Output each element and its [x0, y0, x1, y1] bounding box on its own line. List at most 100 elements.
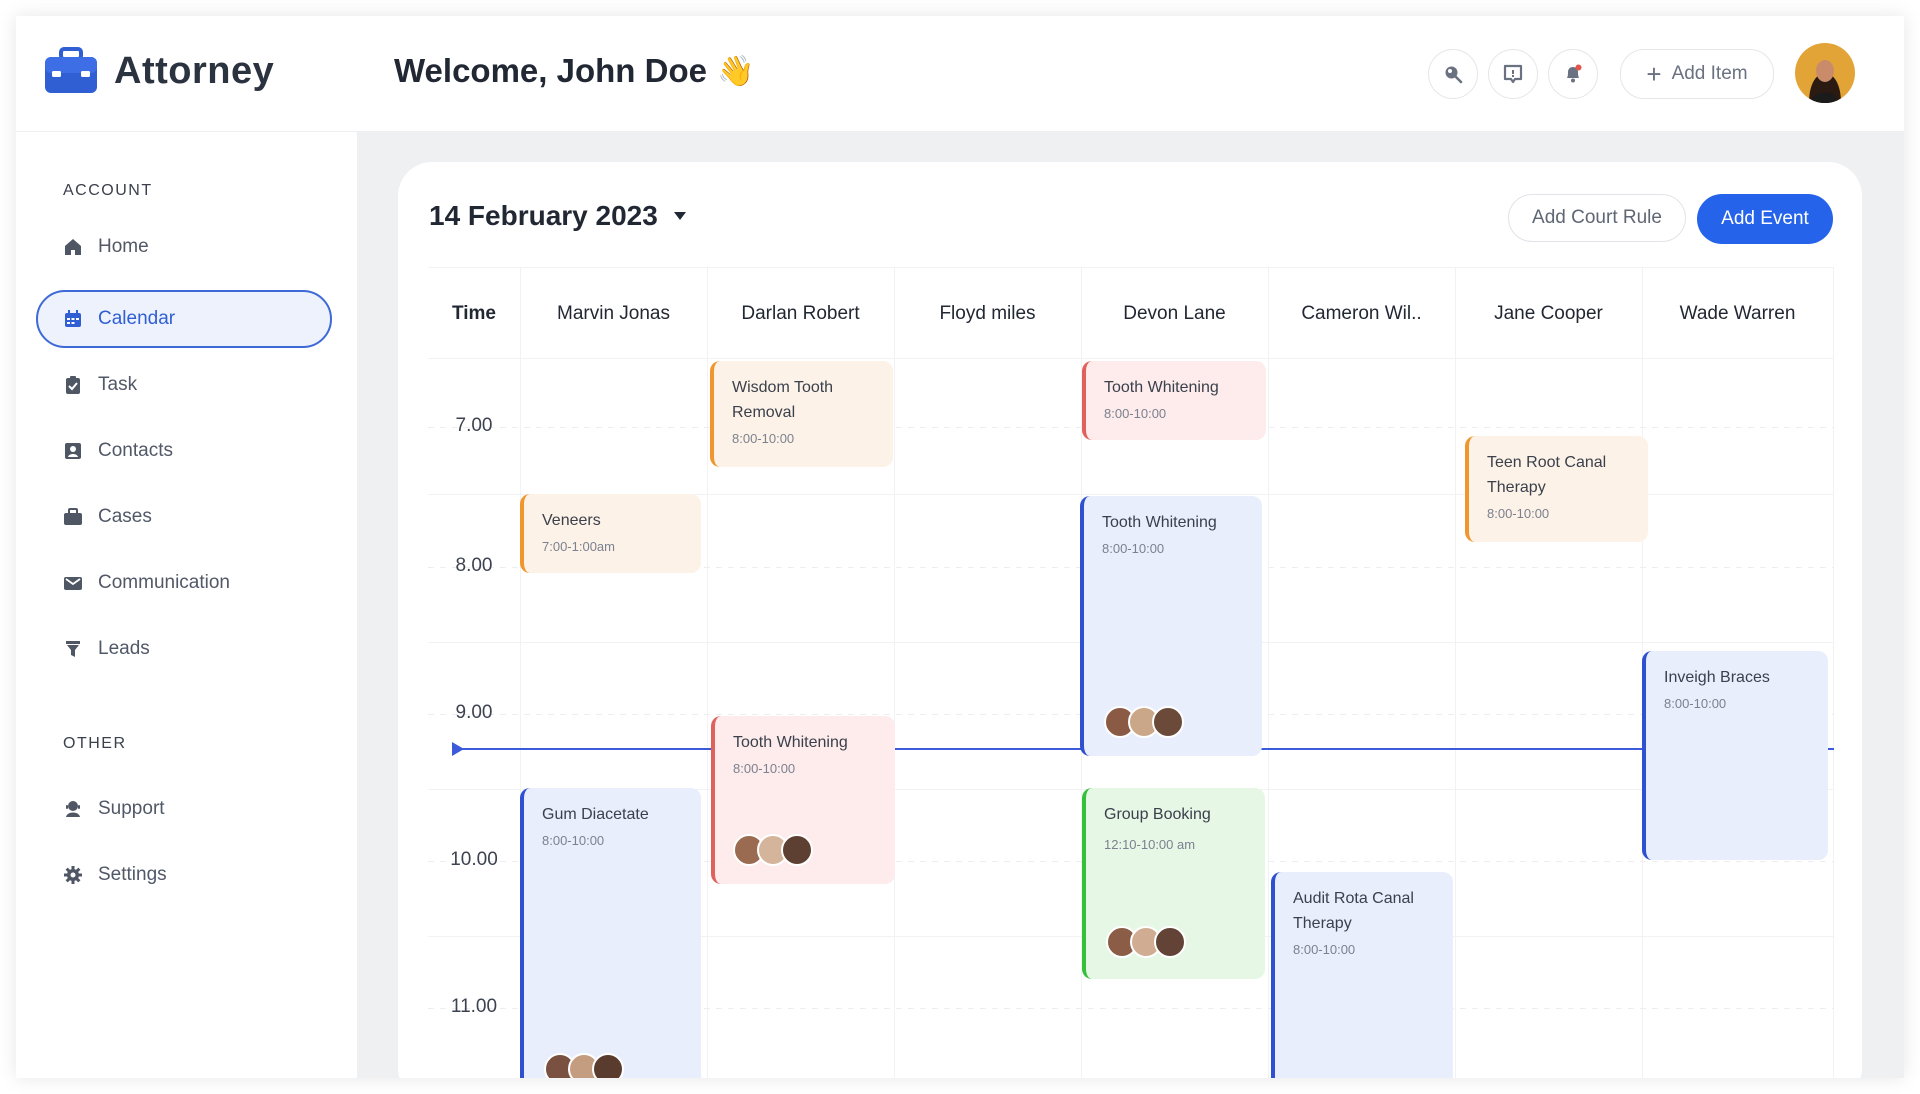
column-header: Darlan Robert: [741, 303, 860, 324]
event-time: 8:00-10:00: [1664, 696, 1727, 711]
grid-line: [1455, 267, 1456, 1078]
grid-line: [1833, 267, 1834, 1078]
event-title: Inveigh Braces: [1664, 669, 1770, 686]
date-selector[interactable]: 14 February 2023: [429, 200, 686, 232]
sidebar-item-label: Communication: [98, 572, 230, 593]
event-card[interactable]: Tooth Whitening 8:00-10:00: [1080, 496, 1262, 756]
wave-emoji: 👋: [716, 54, 755, 88]
column-header: Marvin Jonas: [557, 303, 670, 324]
user-avatar[interactable]: [1795, 43, 1855, 103]
time-column-header: Time: [451, 303, 496, 324]
time-label: 11.00: [450, 996, 498, 1017]
add-court-rule-button[interactable]: Add Court Rule: [1508, 194, 1686, 242]
sidebar-item-cases[interactable]: Cases: [36, 488, 332, 546]
welcome-heading: Welcome, John Doe 👋: [394, 52, 754, 90]
time-label: 8.00: [455, 555, 493, 576]
sidebar-item-communication[interactable]: Communication: [36, 554, 332, 612]
event-title: Tooth Whitening: [733, 734, 848, 751]
task-icon: [62, 374, 84, 396]
event-card[interactable]: Audit Rota Canal Therapy 8:00-10:00: [1271, 872, 1453, 1078]
sidebar-item-label: Settings: [98, 864, 167, 885]
sidebar-item-label: Contacts: [98, 440, 173, 461]
calendar-icon: [62, 308, 84, 330]
column-header: Floyd miles: [939, 303, 1036, 324]
top-header: Attorney Welcome, John Doe 👋 + Add Item: [16, 16, 1904, 132]
event-time: 8:00-10:00: [733, 761, 796, 776]
current-date: 14 February 2023: [429, 200, 658, 231]
sidebar-item-leads[interactable]: Leads: [36, 620, 332, 678]
avatar: [781, 834, 813, 866]
event-card[interactable]: Teen Root Canal Therapy 8:00-10:00: [1465, 436, 1648, 542]
briefcase-icon: [62, 506, 84, 528]
add-event-button[interactable]: Add Event: [1697, 194, 1833, 244]
grid-line: [894, 267, 895, 1078]
column-header: Devon Lane: [1123, 303, 1226, 324]
event-time: 8:00-10:00: [732, 431, 795, 446]
sidebar-item-label: Cases: [98, 506, 152, 527]
attendee-avatars: [1106, 926, 1186, 958]
chat-icon: [1503, 64, 1523, 84]
account-section-label: ACCOUNT: [63, 182, 153, 199]
event-card[interactable]: Gum Diacetate 8:00-10:00: [520, 788, 701, 1078]
event-time: 8:00-10:00: [1104, 406, 1167, 421]
sidebar-item-contacts[interactable]: Contacts: [36, 422, 332, 480]
grid-line: [707, 267, 708, 1078]
chat-button[interactable]: [1488, 49, 1538, 99]
column-header: Jane Cooper: [1494, 303, 1603, 324]
event-title: Veneers: [542, 512, 601, 529]
main-content: 14 February 2023 Add Court Rule Add Even…: [357, 132, 1904, 1078]
event-time: 8:00-10:00: [1293, 942, 1356, 957]
sidebar-item-support[interactable]: Support: [36, 780, 332, 838]
time-label: 7.00: [455, 415, 493, 436]
sidebar-item-label: Leads: [98, 638, 150, 659]
sidebar-item-calendar[interactable]: Calendar: [36, 290, 332, 348]
calendar-grid: Time Marvin Jonas Darlan Robert Floyd mi…: [428, 267, 1834, 1078]
briefcase-logo-icon: [45, 47, 97, 93]
column-header: Wade Warren: [1679, 303, 1796, 324]
event-card[interactable]: Wisdom Tooth Removal 8:00-10:00: [710, 361, 893, 467]
chevron-down-icon: [673, 212, 686, 220]
sidebar-item-label: Task: [98, 374, 138, 395]
user-avatar-image: [1795, 43, 1855, 103]
logo[interactable]: Attorney: [44, 47, 274, 95]
plus-icon: +: [1646, 59, 1662, 89]
attendee-avatars: [733, 834, 813, 866]
attendee-avatars: [1104, 706, 1184, 738]
column-header: Cameron Wil..: [1301, 303, 1422, 324]
sidebar-item-label: Calendar: [98, 308, 176, 329]
event-card[interactable]: Group Booking 12:10-10:00 am: [1082, 788, 1265, 979]
time-label: 10.00: [450, 849, 498, 870]
event-title: Teen Root Canal Therapy: [1487, 454, 1607, 496]
event-card[interactable]: Veneers 7:00-1:00am: [520, 494, 701, 573]
event-card[interactable]: Tooth Whitening 8:00-10:00: [711, 716, 895, 884]
event-title: Group Booking: [1104, 806, 1211, 823]
search-button[interactable]: [1428, 49, 1478, 99]
event-time: 8:00-10:00: [542, 833, 605, 848]
event-card[interactable]: Inveigh Braces 8:00-10:00: [1642, 651, 1828, 860]
search-icon: [1445, 66, 1463, 84]
support-icon: [62, 798, 84, 820]
grid-line: [428, 267, 1834, 268]
notification-bell-icon: [1567, 64, 1582, 83]
notifications-button[interactable]: [1548, 49, 1598, 99]
sidebar: ACCOUNT Home Calendar Task Contacts Case…: [16, 132, 357, 1078]
avatar: [592, 1053, 624, 1078]
add-item-button[interactable]: + Add Item: [1620, 49, 1774, 99]
avatar: [1152, 706, 1184, 738]
event-time: 7:00-1:00am: [542, 539, 615, 554]
add-item-label: Add Item: [1671, 63, 1748, 84]
app-window: Attorney Welcome, John Doe 👋 + Add Item …: [16, 16, 1904, 1078]
sidebar-item-task[interactable]: Task: [36, 356, 332, 414]
event-card[interactable]: Tooth Whitening 8:00-10:00: [1082, 361, 1266, 440]
event-time: 8:00-10:00: [1102, 541, 1165, 556]
event-title: Tooth Whitening: [1102, 514, 1217, 531]
event-title: Wisdom Tooth Removal: [732, 379, 834, 421]
grid-line: [428, 358, 1834, 359]
avatar: [1154, 926, 1186, 958]
sidebar-item-label: Support: [98, 798, 165, 819]
event-time: 8:00-10:00: [1487, 506, 1550, 521]
time-label: 9.00: [455, 702, 493, 723]
sidebar-item-home[interactable]: Home: [36, 218, 332, 276]
app-name: Attorney: [114, 49, 275, 92]
sidebar-item-settings[interactable]: Settings: [36, 846, 332, 904]
